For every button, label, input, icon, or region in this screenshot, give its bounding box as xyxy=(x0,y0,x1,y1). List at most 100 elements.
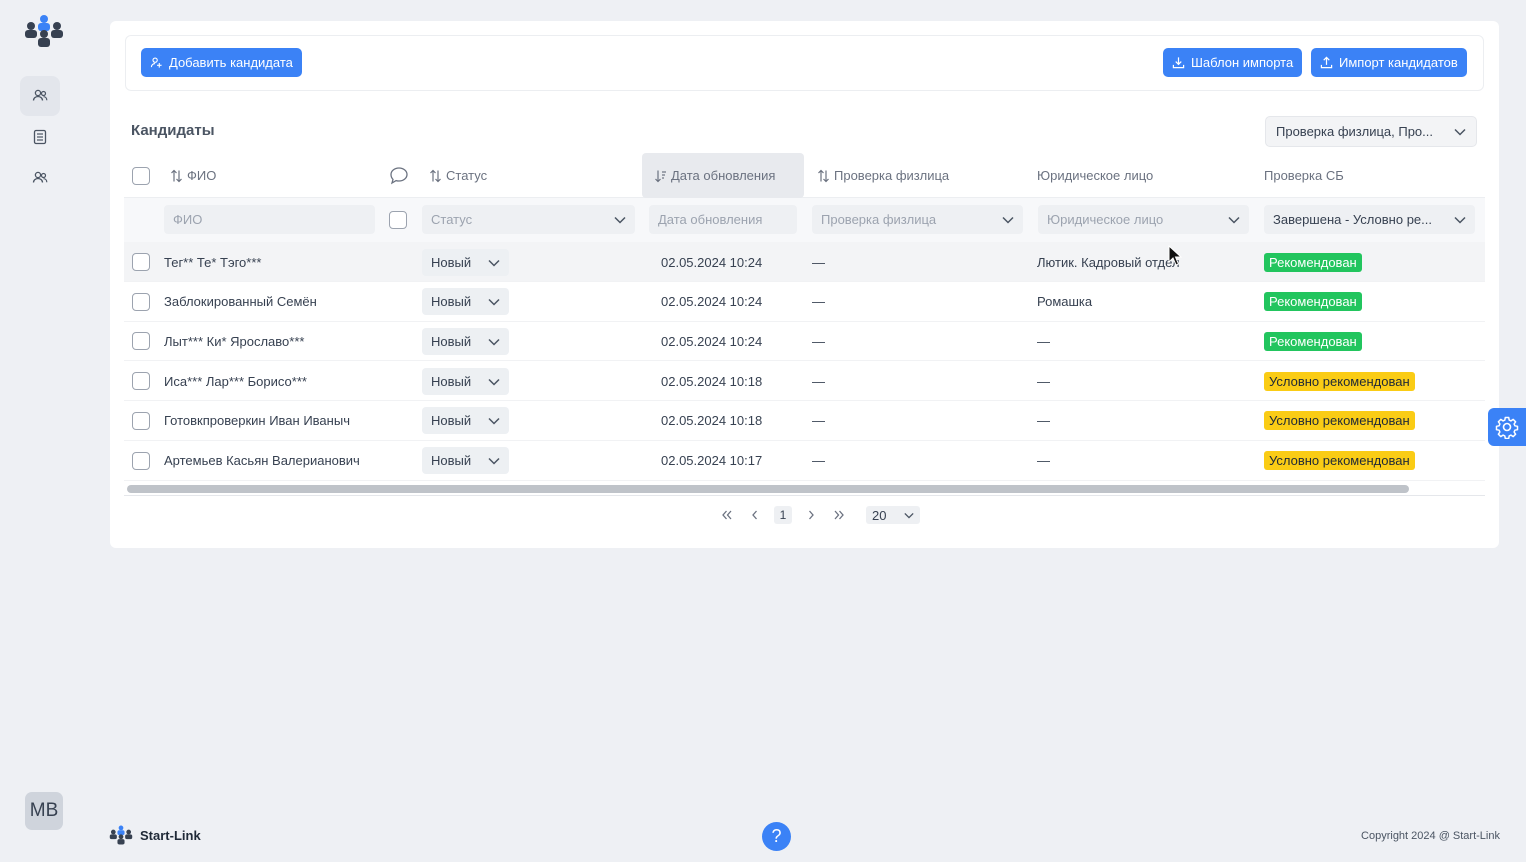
row-checkbox[interactable] xyxy=(132,441,150,481)
column-header-updated[interactable]: Дата обновления xyxy=(642,153,804,198)
status-filter-select[interactable]: Статус xyxy=(422,205,635,234)
status-badge: Условно рекомендован xyxy=(1264,371,1415,391)
row-status-select[interactable]: Новый xyxy=(422,282,509,322)
check-sb-filter-select[interactable]: Завершена - Условно ре... xyxy=(1264,205,1475,234)
next-page-icon[interactable] xyxy=(802,506,820,524)
status-value: Новый xyxy=(431,373,472,389)
divider xyxy=(124,495,1485,496)
brand-name: Start-Link xyxy=(140,827,201,843)
filter-value: Завершена - Условно ре... xyxy=(1273,212,1432,227)
logo-icon[interactable] xyxy=(22,14,66,48)
status-value: Новый xyxy=(431,254,472,270)
column-header-fio[interactable]: ФИО xyxy=(170,153,216,198)
status-badge: Рекомендован xyxy=(1264,331,1362,351)
page-number[interactable]: 1 xyxy=(774,506,792,524)
candidate-name[interactable]: Лыт*** Ки* Ярославо*** xyxy=(164,321,304,361)
check-person-value: — xyxy=(812,373,825,389)
sort-desc-icon xyxy=(655,170,666,182)
settings-button[interactable] xyxy=(1488,408,1526,446)
legal-entity: — xyxy=(1037,413,1050,429)
chevron-down-icon xyxy=(488,374,500,389)
table-row[interactable]: Артемьев Касьян Валерианович Новый 02.05.2… xyxy=(124,441,1485,481)
row-status-select[interactable]: Новый xyxy=(422,441,509,481)
check-sb-cell: Условно рекомендован xyxy=(1264,361,1415,401)
import-candidates-button[interactable]: Импорт кандидатов xyxy=(1311,48,1467,77)
row-checkbox[interactable] xyxy=(132,361,150,401)
row-checkbox[interactable] xyxy=(132,321,150,361)
updated-date: 02.05.2024 10:24 xyxy=(661,333,763,349)
last-page-icon[interactable] xyxy=(830,506,848,524)
add-candidate-label: Добавить кандидата xyxy=(169,55,293,70)
fio-filter-input[interactable]: ФИО xyxy=(164,205,375,234)
mouse-cursor-icon xyxy=(1168,245,1182,266)
status-value: Новый xyxy=(431,294,472,310)
columns-select[interactable]: Проверка физлица, Про... xyxy=(1265,116,1477,147)
status-badge: Условно рекомендован xyxy=(1264,411,1415,431)
comment-filter-checkbox[interactable] xyxy=(389,211,407,232)
updated-filter-input[interactable]: Дата обновления xyxy=(649,205,797,234)
table-row[interactable]: Лыт*** Ки* Ярославо*** Новый 02.05.2024 10… xyxy=(124,321,1485,362)
import-template-button[interactable]: Шаблон импорта xyxy=(1163,48,1303,77)
legal-entity: — xyxy=(1037,373,1050,389)
row-checkbox[interactable] xyxy=(132,401,150,441)
candidate-name[interactable]: Тег** Те* Тэго*** xyxy=(164,242,261,282)
table-row[interactable]: Заблокированный Семён Новый 02.05.2024 10:… xyxy=(124,282,1485,322)
users-icon xyxy=(32,171,48,183)
chevron-down-icon xyxy=(614,212,626,227)
check-person-value: — xyxy=(812,333,825,349)
row-checkbox[interactable] xyxy=(132,282,150,322)
first-page-icon[interactable] xyxy=(718,506,736,524)
row-status-select[interactable]: Новый xyxy=(422,242,509,282)
status-badge: Рекомендован xyxy=(1264,252,1362,272)
main-card: Добавить кандидата Шаблон импорта Импорт… xyxy=(110,21,1499,548)
candidate-name[interactable]: Готовкпроверкин Иван Иваныч xyxy=(164,401,350,441)
filter-placeholder: Юридическое лицо xyxy=(1047,212,1164,227)
column-label: Юридическое лицо xyxy=(1037,168,1154,183)
horizontal-scrollbar[interactable] xyxy=(127,485,1409,493)
legal-entity: Лютик. Кадровый отдел xyxy=(1037,254,1180,270)
help-button[interactable]: ? xyxy=(762,822,791,851)
row-status-select[interactable]: Новый xyxy=(422,401,509,441)
sidebar-item-candidates[interactable] xyxy=(20,76,60,116)
pagination: 1 20 xyxy=(718,505,920,525)
table-row[interactable]: Готовкпроверкин Иван Иваныч Новый 02.05.20… xyxy=(124,401,1485,441)
table-row[interactable]: Иса*** Лар*** Борисо*** Новый 02.05.2024 1… xyxy=(124,361,1485,402)
prev-page-icon[interactable] xyxy=(746,506,764,524)
chevron-down-icon xyxy=(488,294,500,309)
status-badge: Условно рекомендован xyxy=(1264,451,1415,470)
sidebar-item-users[interactable] xyxy=(20,158,60,198)
sort-icon xyxy=(171,169,182,182)
copyright: Copyright 2024 @ Start-Link xyxy=(1361,830,1500,842)
sidebar-item-documents[interactable] xyxy=(20,117,60,157)
chevron-down-icon xyxy=(1454,212,1466,227)
footer-brand: Start-Link xyxy=(108,824,201,846)
status-badge: Рекомендован xyxy=(1264,292,1362,312)
legal-entity: Ромашка xyxy=(1037,294,1093,310)
column-label: Статус xyxy=(446,168,488,183)
column-header-check-sb[interactable]: Проверка СБ xyxy=(1264,153,1344,198)
column-header-check-person[interactable]: Проверка физлица xyxy=(817,153,949,198)
column-header-legal[interactable]: Юридическое лицо xyxy=(1037,153,1153,198)
comment-column-header[interactable] xyxy=(389,153,409,198)
row-checkbox[interactable] xyxy=(132,242,150,282)
table-row[interactable]: Тег** Те* Тэго*** Новый 02.05.2024 10:24 — Л… xyxy=(124,242,1485,282)
check-sb-cell: Условно рекомендован xyxy=(1264,441,1415,481)
check-person-value: — xyxy=(812,453,825,468)
check-sb-cell: Условно рекомендован xyxy=(1264,401,1415,441)
select-all-checkbox[interactable] xyxy=(132,153,150,198)
column-label: ФИО xyxy=(187,168,217,183)
candidate-name[interactable]: Заблокированный Семён xyxy=(164,282,317,322)
add-candidate-button[interactable]: Добавить кандидата xyxy=(141,48,302,77)
chevron-down-icon xyxy=(488,453,500,468)
avatar[interactable]: MB xyxy=(25,792,63,830)
candidate-name[interactable]: Иса*** Лар*** Борисо*** xyxy=(164,361,307,401)
candidate-name[interactable]: Артемьев Касьян Валерианович xyxy=(164,441,360,481)
page-size-select[interactable]: 20 xyxy=(866,506,920,524)
chevron-down-icon xyxy=(488,413,500,428)
chevron-down-icon xyxy=(904,512,914,519)
column-header-status[interactable]: Статус xyxy=(429,153,487,198)
check-person-filter-select[interactable]: Проверка физлица xyxy=(812,205,1023,234)
legal-filter-select[interactable]: Юридическое лицо xyxy=(1038,205,1249,234)
row-status-select[interactable]: Новый xyxy=(422,361,509,401)
row-status-select[interactable]: Новый xyxy=(422,321,509,361)
